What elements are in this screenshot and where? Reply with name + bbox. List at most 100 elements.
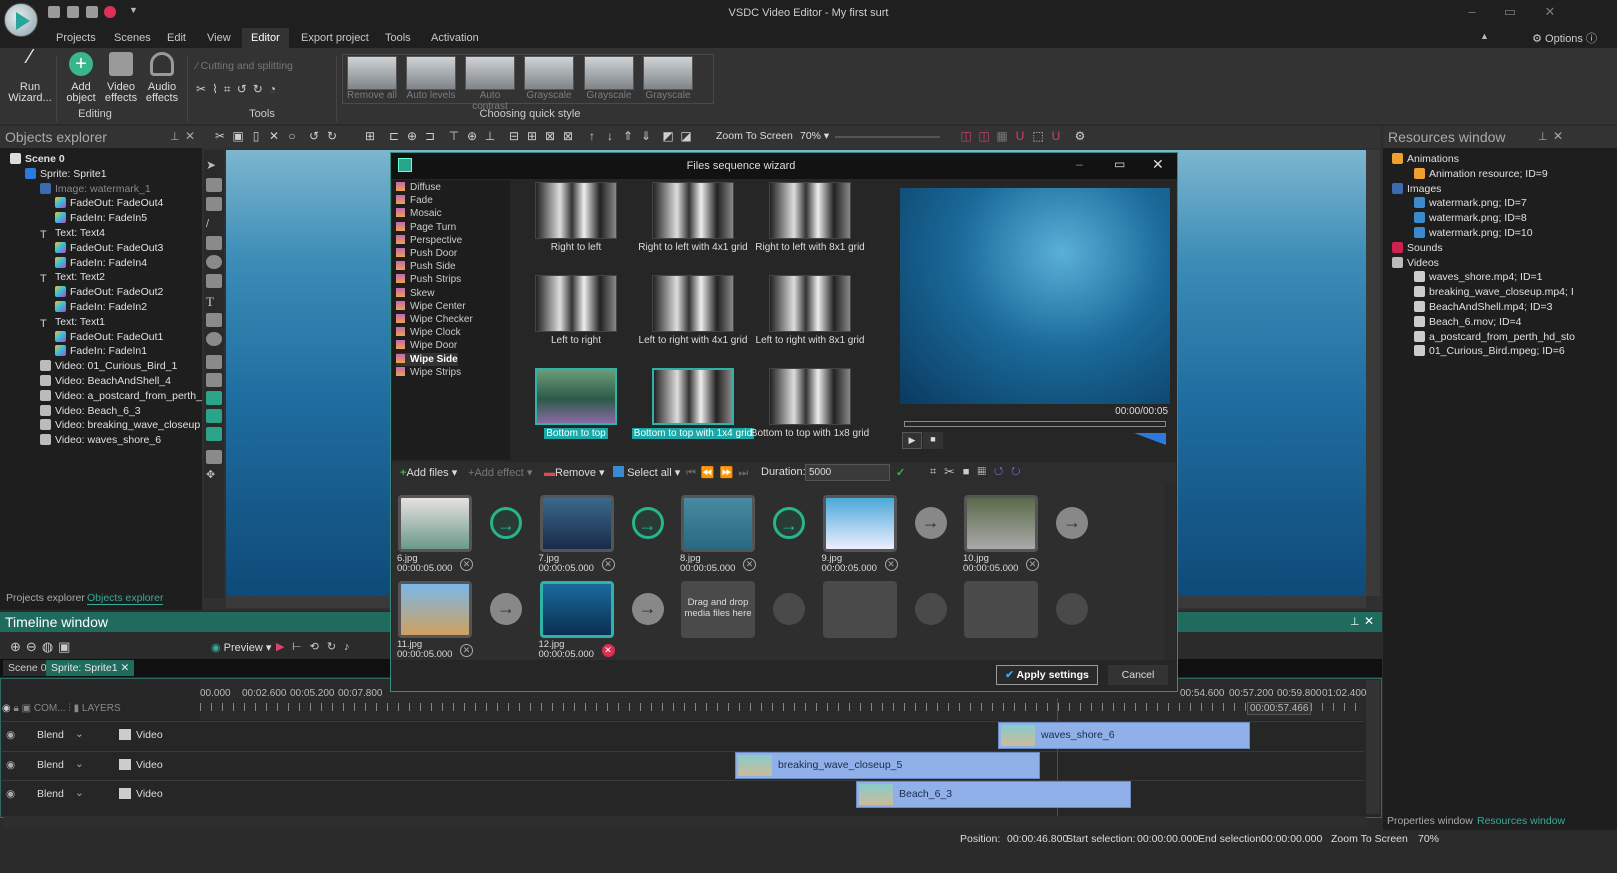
layer2-tool-icon[interactable]	[206, 197, 222, 211]
sequence-scrollbar[interactable]	[1164, 484, 1176, 660]
timeline-clip[interactable]: waves_shore_6	[998, 722, 1250, 749]
tree-item[interactable]: Video: a_postcard_from_perth_	[40, 389, 202, 404]
transition-item[interactable]: Wipe Center	[396, 300, 466, 313]
resource-item[interactable]: Images	[1392, 182, 1441, 197]
quick-style-grayscale[interactable]	[524, 56, 574, 90]
resource-item[interactable]: Videos	[1392, 256, 1439, 271]
distribute-h-icon[interactable]: ⊞	[526, 130, 538, 142]
confirm-duration-icon[interactable]: ✓	[896, 466, 905, 479]
zoom-slider[interactable]	[835, 136, 940, 138]
resource-item[interactable]: watermark.png; ID=7	[1414, 196, 1527, 211]
transition-arrow-icon[interactable]: →	[490, 507, 522, 539]
send-backward-icon[interactable]: ↓	[604, 130, 616, 142]
maximize-button[interactable]: ▭	[1500, 4, 1520, 22]
transition-item[interactable]: Perspective	[396, 234, 462, 247]
remove-file-icon[interactable]: ✕	[1026, 558, 1039, 571]
rotate-right-icon[interactable]: ↻	[1011, 466, 1028, 478]
chevron-down-icon[interactable]: ⌄	[75, 758, 84, 770]
fit-timeline-icon[interactable]: ◍	[42, 639, 58, 654]
speech-bubble-tool-icon[interactable]	[206, 332, 222, 346]
delete-icon[interactable]: ✕	[268, 130, 280, 142]
resource-item[interactable]: a_postcard_from_perth_hd_sto	[1414, 330, 1575, 345]
crop-icon[interactable]: ⌗	[930, 466, 944, 478]
next-icon[interactable]: ⏩	[720, 467, 739, 479]
transition-arrow-icon[interactable]: →	[914, 507, 947, 539]
menu-tab-scenes[interactable]: Scenes	[105, 28, 160, 48]
tools-icons[interactable]: ✂⌇⌗↺↻◔	[196, 82, 282, 97]
cut-icon[interactable]: ✂	[944, 466, 963, 478]
copy-icon[interactable]: ▣	[232, 130, 244, 142]
effect-thumbnail[interactable]	[769, 368, 851, 425]
cancel-button[interactable]: Cancel	[1108, 665, 1168, 685]
transition-arrow-icon[interactable]: →	[490, 593, 522, 625]
canvas-vertical-scrollbar[interactable]	[1366, 150, 1380, 596]
tree-item[interactable]: FadeOut: FadeOut4	[55, 196, 163, 211]
menu-tab-view[interactable]: View	[198, 28, 240, 48]
magnet-icon[interactable]: U	[1014, 130, 1026, 142]
tree-item[interactable]: FadeIn: FadeIn2	[55, 300, 147, 315]
tree-item[interactable]: Image: watermark_1	[40, 182, 151, 197]
visibility-eye-icon[interactable]: ◉	[2, 703, 11, 714]
duration-input[interactable]: 5000	[805, 464, 890, 481]
lock-icon[interactable]: 🔒︎	[14, 703, 19, 714]
collapse-ribbon-icon[interactable]: ▲	[1480, 31, 1489, 41]
tree-item[interactable]: T Text: Text2	[40, 270, 105, 285]
sequence-thumbnail[interactable]	[398, 581, 472, 638]
chevron-down-icon[interactable]: ⌄	[75, 728, 84, 740]
resource-item[interactable]: Sounds	[1392, 241, 1443, 256]
minimize-button[interactable]: –	[1462, 4, 1482, 22]
rotate-right-icon[interactable]: ↻	[253, 82, 269, 96]
remove-file-icon[interactable]: ✕	[884, 558, 898, 571]
effect-thumbnail[interactable]	[535, 368, 617, 425]
cutting-splitting-button[interactable]: ⁄ Cutting and splitting	[196, 60, 293, 72]
play-icon[interactable]: ▶	[276, 640, 284, 653]
align-bottom-icon[interactable]: ⊥	[484, 130, 496, 142]
remove-file-icon[interactable]: ✕	[743, 558, 756, 571]
same-size-icon[interactable]: ⊠	[544, 130, 556, 142]
tree-item[interactable]: Sprite: Sprite1	[25, 167, 107, 182]
sequence-thumbnail[interactable]	[964, 495, 1038, 552]
timeline-clip[interactable]: breaking_wave_closeup_5	[735, 751, 1040, 779]
speed-icon[interactable]: ◔	[269, 82, 282, 96]
tree-item[interactable]: FadeIn: FadeIn1	[55, 344, 147, 359]
tree-item[interactable]: T Text: Text4	[40, 226, 105, 241]
resource-item[interactable]: 01_Curious_Bird.mpeg; ID=6	[1414, 344, 1565, 359]
align-center-icon[interactable]: ⊕	[406, 130, 418, 142]
transition-arrow-icon[interactable]: →	[1056, 507, 1088, 539]
tree-item[interactable]: Video: Beach_6_3	[40, 404, 141, 419]
sequence-thumbnail[interactable]	[398, 495, 472, 552]
timeline-vertical-scrollbar[interactable]	[1366, 680, 1380, 814]
redo-icon[interactable]: ↻	[326, 130, 338, 142]
cut-icon[interactable]: ✂	[214, 130, 226, 142]
menu-tab-editor[interactable]: Editor	[242, 28, 289, 48]
grid-icon[interactable]: ▦	[977, 466, 993, 478]
bounds-icon[interactable]: ⬚	[1032, 130, 1044, 142]
settings-icon[interactable]: ⚙	[1074, 130, 1086, 142]
tree-item[interactable]: FadeOut: FadeOut2	[55, 285, 163, 300]
resource-item[interactable]: waves_shore.mp4; ID=1	[1414, 270, 1543, 285]
close-window-button[interactable]: ✕	[1540, 4, 1560, 22]
quick-style-remove-all[interactable]	[347, 56, 397, 90]
timeline-clip[interactable]: Beach_6_3	[856, 781, 1131, 808]
crop-icon[interactable]: ⌗	[224, 82, 237, 96]
tree-item[interactable]: T Text: Text1	[40, 315, 105, 330]
menu-tab-activation[interactable]: Activation	[422, 28, 488, 48]
same-size2-icon[interactable]: ⊠	[562, 130, 574, 142]
group-icon[interactable]: ◩	[662, 130, 674, 142]
volume-icon[interactable]: ♪	[344, 641, 358, 653]
animation-tool-icon[interactable]	[206, 373, 222, 387]
add-effect-button[interactable]: +Add effect ▾	[468, 466, 532, 479]
split-icon[interactable]: ⌇	[212, 82, 224, 96]
image-tool-icon[interactable]	[206, 391, 222, 405]
rotate-left-icon[interactable]: ↺	[237, 82, 253, 96]
transition-item[interactable]: Skew	[396, 287, 434, 300]
line-tool-icon[interactable]: /	[206, 218, 222, 232]
tab-sprite-sprite1[interactable]: Sprite: Sprite1 ✕	[46, 660, 135, 676]
last-icon[interactable]: ⏭	[738, 467, 753, 479]
transition-arrow-icon[interactable]: →	[631, 593, 664, 625]
effect-thumbnail[interactable]	[535, 182, 617, 239]
add-object-button[interactable]: + Add object	[62, 52, 100, 104]
preview-seek-bar[interactable]	[904, 421, 1166, 427]
menu-tab-tools[interactable]: Tools	[376, 28, 420, 48]
pin-icon[interactable]: ⊥	[1350, 615, 1360, 628]
